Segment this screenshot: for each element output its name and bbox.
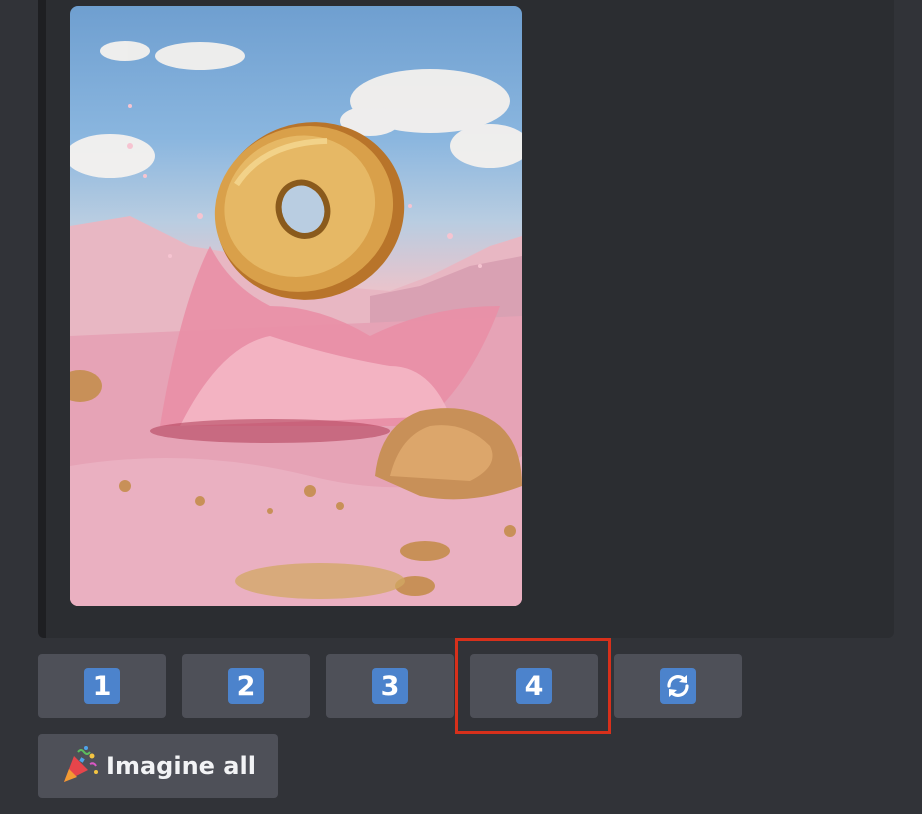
keycap-2-icon: 2 [228, 668, 264, 704]
party-popper-icon [60, 744, 100, 789]
imagine-all-label: Imagine all [106, 752, 256, 780]
generated-image[interactable] [70, 6, 522, 606]
upscale-button-2[interactable]: 2 [182, 654, 310, 718]
upscale-button-4[interactable]: 4 [470, 654, 598, 718]
upscale-button-1[interactable]: 1 [38, 654, 166, 718]
keycap-1-icon: 1 [84, 668, 120, 704]
refresh-icon [660, 668, 696, 704]
keycap-3-icon: 3 [372, 668, 408, 704]
reroll-button[interactable] [614, 654, 742, 718]
keycap-4-icon: 4 [516, 668, 552, 704]
imagine-all-button[interactable]: Imagine all [38, 734, 278, 798]
upscale-button-3[interactable]: 3 [326, 654, 454, 718]
